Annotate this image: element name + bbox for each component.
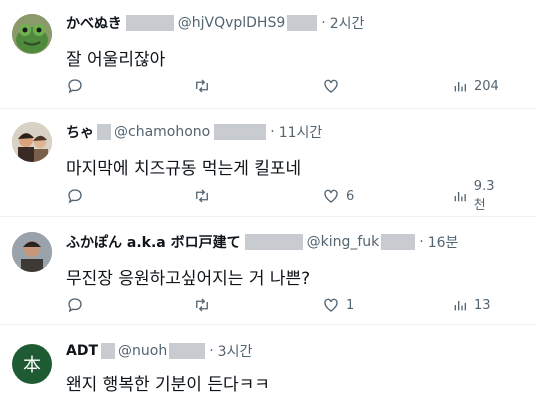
timestamp[interactable]: 16분 (428, 232, 459, 252)
timestamp[interactable]: 2시간 (330, 13, 365, 33)
views-button[interactable]: 13 (452, 295, 491, 315)
heart-icon (324, 189, 338, 203)
heart-icon (324, 298, 338, 312)
retweet-button[interactable] (192, 186, 212, 206)
timestamp[interactable]: 3시간 (218, 341, 253, 361)
reply-button[interactable] (66, 295, 84, 315)
views-bar-chart-icon (454, 301, 466, 311)
views-bar-chart-icon (454, 192, 466, 202)
reply-button[interactable] (66, 186, 84, 206)
like-button[interactable]: 6 (322, 186, 354, 206)
like-count: 1 (346, 297, 355, 313)
avatar-letter: 本 (23, 355, 41, 376)
retweet-icon (196, 298, 208, 312)
tweet[interactable]: 本 ADT @nuoh · 3시간 왠지 행복한 기분이 든다ㅋㅋ (0, 324, 537, 415)
tweet[interactable]: ふかぽん a.k.a ボロ戸建て @king_fuk · 16분 무진장 응원하… (0, 216, 537, 325)
redaction-block (101, 343, 116, 359)
tweet[interactable]: かべぬき @hjVQvplDHS9 · 2시간 잘 어울리잖아 204 (0, 0, 537, 109)
tweet-text: 무진장 응원하고싶어지는 거 나쁜? (66, 269, 311, 289)
person-photo-avatar-icon (12, 232, 52, 272)
avatar[interactable] (12, 122, 52, 162)
views-bar-chart-icon (454, 82, 466, 92)
view-count: 204 (474, 78, 499, 94)
tweet[interactable]: ちゃ @chamohono · 11시간 마지막에 치즈규동 먹는게 킬포네 6… (0, 108, 537, 217)
redaction-block (169, 343, 206, 359)
tweet-text: 마지막에 치즈규동 먹는게 킬포네 (66, 159, 302, 179)
retweet-icon (196, 79, 208, 93)
display-name[interactable]: ADT (66, 343, 98, 359)
green-creature-avatar-icon (12, 14, 52, 54)
like-button[interactable] (322, 76, 346, 96)
redaction-block (214, 124, 267, 140)
separator-dot: · (321, 15, 326, 31)
tweet-actions: 1 13 (66, 295, 506, 315)
avatar[interactable] (12, 232, 52, 272)
reply-icon (68, 189, 82, 204)
views-button[interactable]: 9.3천 (452, 179, 506, 213)
avatar[interactable]: 本 (12, 344, 52, 384)
redaction-block (244, 234, 303, 250)
tweet-actions: 204 (66, 76, 506, 96)
redaction-block (125, 15, 174, 31)
retweet-button[interactable] (192, 295, 212, 315)
handle[interactable]: @chamohono (114, 124, 210, 140)
separator-dot: · (209, 343, 214, 359)
reply-button[interactable] (66, 76, 84, 96)
tweet-text: 왠지 행복한 기분이 든다ㅋㅋ (66, 375, 270, 395)
redaction-block (97, 124, 111, 140)
separator-dot: · (419, 234, 424, 250)
view-count: 13 (474, 297, 491, 313)
like-count: 6 (346, 188, 355, 204)
reply-icon (68, 298, 82, 313)
view-count: 9.3천 (473, 179, 495, 213)
display-name[interactable]: ふかぽん a.k.a ボロ戸建て (66, 232, 241, 252)
like-button[interactable]: 1 (322, 295, 354, 315)
tweet-actions: 6 9.3천 (66, 179, 506, 213)
handle[interactable]: @king_fuk (307, 234, 380, 250)
separator-dot: · (270, 124, 275, 140)
redaction-block (381, 234, 416, 250)
display-name[interactable]: かべぬき (66, 13, 122, 33)
tweet-text: 잘 어울리잖아 (66, 50, 166, 70)
handle[interactable]: @nuoh (118, 343, 167, 359)
display-name[interactable]: ちゃ (66, 122, 94, 142)
timestamp[interactable]: 11시간 (279, 122, 323, 142)
retweet-icon (196, 189, 208, 203)
avatar[interactable] (12, 14, 52, 54)
views-button[interactable]: 204 (452, 76, 499, 96)
retweet-button[interactable] (192, 76, 212, 96)
people-photo-avatar-icon (12, 122, 52, 162)
reply-icon (68, 79, 82, 94)
heart-icon (324, 79, 338, 93)
redaction-block (287, 15, 318, 31)
handle[interactable]: @hjVQvplDHS9 (178, 15, 286, 31)
